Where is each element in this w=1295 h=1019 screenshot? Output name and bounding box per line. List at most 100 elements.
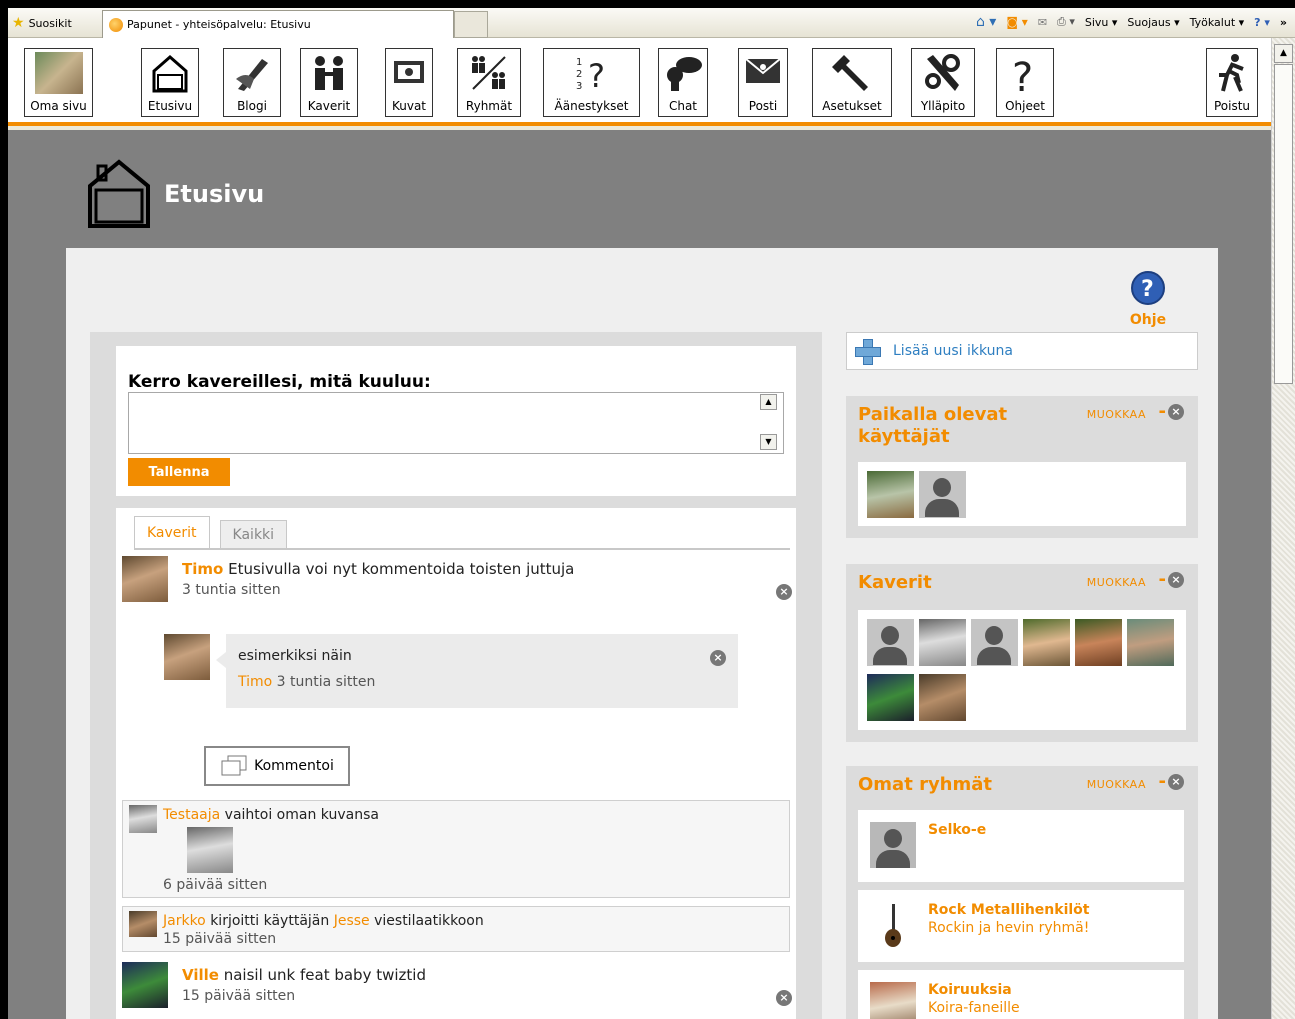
avatar[interactable] [122,962,168,1008]
close-icon[interactable]: × [1168,404,1184,420]
avatar[interactable] [129,911,157,937]
widget-title: Omat ryhmät [858,774,993,795]
avatar[interactable] [129,805,157,833]
rss-icon[interactable]: ◙ ▾ [1006,15,1027,29]
help-button[interactable]: ? Ohje [1128,270,1168,328]
widget-title: Paikalla olevat käyttäjät [858,404,1008,447]
avatar[interactable] [1127,619,1174,666]
writing-hand-icon [236,59,268,91]
status-input[interactable] [128,392,784,454]
group-name[interactable]: Rock Metallihenkilöt [928,902,1090,918]
nav-label: Blogi [237,99,267,113]
delete-icon[interactable]: × [776,584,792,600]
avatar[interactable] [122,556,168,602]
user-avatar [34,52,83,94]
nav-kuvat[interactable]: Kuvat [385,48,433,117]
group-description: Rockin ja hevin ryhmä! [928,920,1090,936]
avatar[interactable] [867,619,914,666]
minimize-icon[interactable]: - [1159,771,1166,792]
nav-label: Asetukset [822,99,882,113]
post-target-user[interactable]: Jesse [334,913,370,929]
page-scrollbar[interactable]: ▲ [1271,38,1295,1019]
comment-button[interactable]: Kommentoi [204,746,350,786]
post-text: Testaaja vaihtoi oman kuvansa [163,807,379,823]
avatar[interactable] [867,471,914,518]
post-message: naisil unk feat baby twiztid [223,966,426,984]
scroll-down-icon[interactable]: ▼ [760,434,777,450]
mail-icon[interactable]: ✉ [1038,16,1047,29]
edit-link[interactable]: MUOKKAA [1087,408,1146,421]
delete-icon[interactable]: × [776,990,792,1006]
nav-ryhmat[interactable]: Ryhmät [457,48,521,117]
print-icon[interactable]: ⎙ ▾ [1057,15,1075,29]
page-menu[interactable]: Sivu ▾ [1085,16,1118,29]
post-user[interactable]: Testaaja [163,807,220,823]
help-icon[interactable]: ? ▾ [1254,16,1270,29]
browser-toolbar: ★ Suosikit Papunet - yhteisöpalvelu: Etu… [8,8,1295,38]
group-item[interactable]: Rock Metallihenkilöt Rockin ja hevin ryh… [858,890,1184,962]
post-user[interactable]: Ville [182,966,219,984]
new-profile-image[interactable] [187,827,233,873]
add-window-button[interactable]: Lisää uusi ikkuna [846,332,1198,370]
safety-menu[interactable]: Suojaus ▾ [1127,16,1179,29]
post-time: 15 päivää sitten [163,931,277,947]
nav-aanestykset[interactable]: 1 2 3? Äänestykset [543,48,640,117]
edit-link[interactable]: MUOKKAA [1087,778,1146,791]
camera-icon [394,61,424,83]
group-item[interactable]: Selko-e [858,810,1184,882]
nav-yllapito[interactable]: Ylläpito [911,48,975,117]
nav-label: Oma sivu [30,99,87,113]
avatar[interactable] [1075,619,1122,666]
textarea-scrollbar[interactable]: ▲ ▼ [760,394,778,452]
nav-asetukset[interactable]: Asetukset [812,48,892,117]
scroll-up-icon[interactable]: ▲ [1274,44,1293,63]
avatar[interactable] [919,471,966,518]
scroll-up-icon[interactable]: ▲ [760,394,777,410]
house-icon [152,55,188,93]
minimize-icon[interactable]: - [1159,569,1166,590]
close-icon[interactable]: × [1168,774,1184,790]
nav-kaverit[interactable]: Kaverit [300,48,358,117]
home-icon[interactable]: ⌂ ▾ [976,14,996,30]
save-button[interactable]: Tallenna [128,458,230,486]
nav-etusivu[interactable]: Etusivu [141,48,199,117]
nav-blogi[interactable]: Blogi [223,48,281,117]
main-content: ? Ohje Kerro kavereillesi, mitä kuuluu: … [66,248,1218,1019]
close-icon[interactable]: × [1168,572,1184,588]
group-description: Koira-faneille [928,1000,1020,1016]
tab-kaikki[interactable]: Kaikki [219,520,288,548]
group-item[interactable]: Koiruuksia Koira-faneille [858,970,1184,1019]
post-message: vaihtoi oman kuvansa [224,807,379,823]
new-tab-button[interactable] [454,11,488,38]
nav-chat[interactable]: Chat [658,48,708,117]
nav-oma-sivu[interactable]: Oma sivu [24,48,93,117]
nav-ohjeet[interactable]: ? Ohjeet [996,48,1054,117]
scroll-thumb[interactable] [1274,64,1293,384]
chevron-right-icon[interactable]: » [1280,16,1287,29]
avatar[interactable] [867,674,914,721]
nav-poistu[interactable]: Poistu [1206,48,1258,117]
browser-tab[interactable]: Papunet - yhteisöpalvelu: Etusivu [102,10,454,38]
nav-posti[interactable]: Posti [738,48,788,117]
avatar[interactable] [164,634,210,680]
post-message: kirjoitti käyttäjän [210,913,330,929]
comment-user[interactable]: Timo [238,674,272,690]
edit-link[interactable]: MUOKKAA [1087,576,1146,589]
delete-icon[interactable]: × [710,650,726,666]
group-name[interactable]: Selko-e [928,822,986,838]
favorites-button[interactable]: ★ Suosikit [12,15,72,31]
add-window-label: Lisää uusi ikkuna [893,343,1013,359]
group-name[interactable]: Koiruuksia [928,982,1012,998]
avatar[interactable] [919,619,966,666]
tab-kaverit[interactable]: Kaverit [134,516,210,548]
tools-menu[interactable]: Työkalut ▾ [1190,16,1245,29]
minimize-icon[interactable]: - [1159,401,1166,422]
post-text: Jarkko kirjoitti käyttäjän Jesse viestil… [163,913,484,929]
post-user[interactable]: Jarkko [163,913,206,929]
avatar[interactable] [919,674,966,721]
post-user[interactable]: Timo [182,560,223,578]
avatar[interactable] [971,619,1018,666]
avatar[interactable] [1023,619,1070,666]
comment-meta: Timo 3 tuntia sitten [238,674,375,690]
feed-tabs: Kaverit Kaikki [134,516,288,548]
